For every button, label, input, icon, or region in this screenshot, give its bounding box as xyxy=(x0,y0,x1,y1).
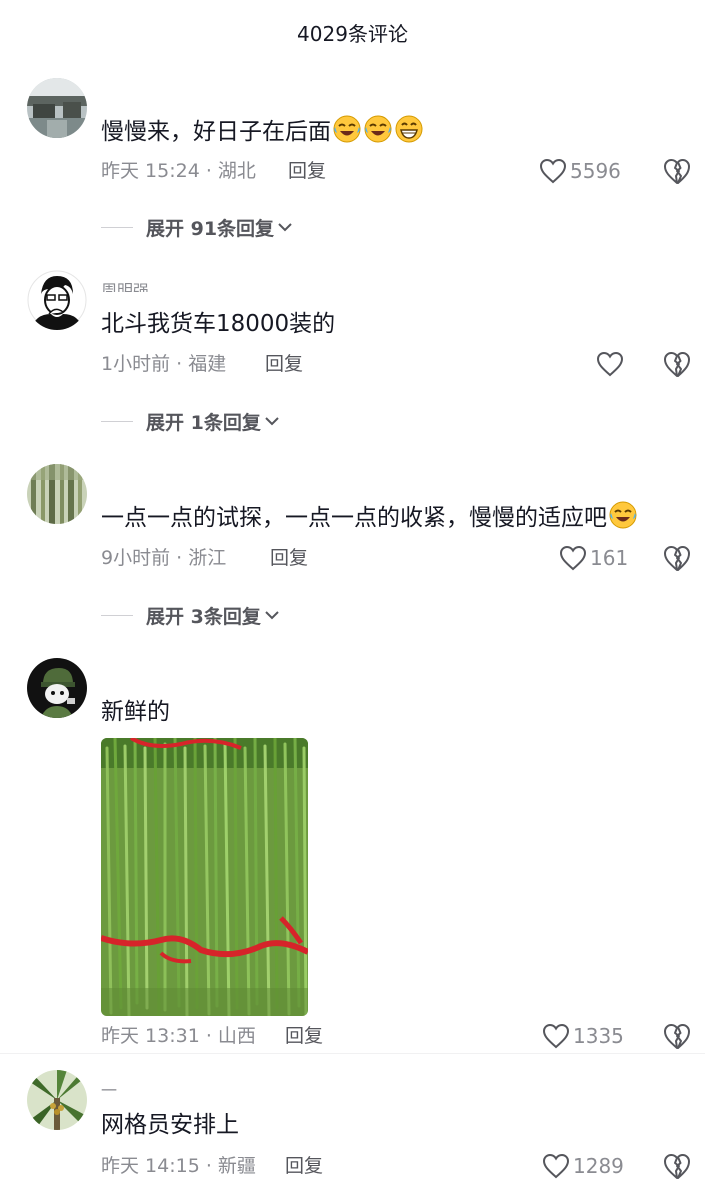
avatar[interactable] xyxy=(27,464,87,524)
reply-button[interactable]: 回复 xyxy=(285,1022,323,1050)
expand-divider xyxy=(101,226,133,228)
broken-heart-icon xyxy=(664,352,690,377)
comment-username[interactable]: 周明强 xyxy=(101,282,149,292)
expand-replies[interactable]: 展开 91条回复 xyxy=(101,212,293,242)
heart-outline-icon xyxy=(539,158,567,184)
like-button[interactable] xyxy=(596,349,627,379)
expand-replies-label: 展开 91条回复 xyxy=(146,217,275,240)
comment-count-title: 4029条评论 xyxy=(297,21,408,46)
expand-replies[interactable]: 展开 3条回复 xyxy=(101,600,280,630)
chevron-down-icon xyxy=(265,417,279,426)
avatar[interactable] xyxy=(27,78,87,138)
reply-button[interactable]: 回复 xyxy=(288,157,326,185)
dislike-button[interactable] xyxy=(662,1151,692,1181)
chevron-down-icon xyxy=(265,611,279,620)
chevron-down-icon xyxy=(278,223,292,232)
expand-replies-label: 展开 1条回复 xyxy=(146,411,261,434)
avatar[interactable] xyxy=(27,270,87,330)
section-divider xyxy=(0,1053,705,1054)
like-button[interactable]: 1335 xyxy=(542,1021,624,1051)
expand-divider xyxy=(101,614,133,616)
reply-button[interactable]: 回复 xyxy=(285,1152,323,1180)
comments-header: 4029条评论 xyxy=(0,0,705,64)
like-count: 5596 xyxy=(570,159,621,183)
expand-replies-label: 展开 3条回复 xyxy=(146,605,261,628)
comment-text: 慢慢来，好日子在后面 xyxy=(101,114,424,148)
comment-text: 北斗我货车18000装的 xyxy=(101,311,336,337)
like-button[interactable]: 5596 xyxy=(539,156,621,186)
comment-time-location: 9小时前 · 浙江 xyxy=(101,547,227,569)
heart-outline-icon xyxy=(542,1023,570,1049)
reply-button[interactable]: 回复 xyxy=(265,350,303,378)
grinning-emoji xyxy=(395,115,423,143)
dislike-button[interactable] xyxy=(662,349,692,379)
avatar[interactable] xyxy=(27,1070,87,1130)
broken-heart-icon xyxy=(664,1024,690,1049)
comment-time-location: 昨天 15:24 · 湖北 xyxy=(101,160,256,182)
like-count: 1289 xyxy=(573,1154,624,1178)
chives-bundle-photo[interactable] xyxy=(101,738,308,1016)
broken-heart-icon xyxy=(664,546,690,571)
broken-heart-icon xyxy=(664,1154,690,1179)
reply-button[interactable]: 回复 xyxy=(270,544,308,572)
like-count: 1335 xyxy=(573,1024,624,1048)
like-count: 161 xyxy=(590,546,629,570)
dislike-button[interactable] xyxy=(662,543,692,573)
comment-time-location: 1小时前 · 福建 xyxy=(101,353,227,375)
comment-time-location: 昨天 14:15 · 新疆 xyxy=(101,1155,256,1177)
heart-outline-icon xyxy=(542,1153,570,1179)
expand-replies[interactable]: 展开 1条回复 xyxy=(101,406,280,436)
dislike-button[interactable] xyxy=(662,1021,692,1051)
heart-outline-icon xyxy=(596,351,624,377)
expand-divider xyxy=(101,420,133,422)
comment-text: 新鲜的 xyxy=(101,699,170,725)
avatar[interactable] xyxy=(27,658,87,718)
like-button[interactable]: 1289 xyxy=(542,1151,624,1181)
comment-time-location: 昨天 13:31 · 山西 xyxy=(101,1025,256,1047)
laughing-tears-emoji xyxy=(609,501,637,529)
like-button[interactable]: 161 xyxy=(559,543,628,573)
laughing-tears-emoji xyxy=(364,115,392,143)
dislike-button[interactable] xyxy=(662,156,692,186)
broken-heart-icon xyxy=(664,159,690,184)
heart-outline-icon xyxy=(559,545,587,571)
comment-text: 网格员安排上 xyxy=(101,1112,239,1138)
laughing-tears-emoji xyxy=(333,115,361,143)
comment-username[interactable]: 一 xyxy=(101,1082,117,1092)
comment-text: 一点一点的试探，一点一点的收紧，慢慢的适应吧 xyxy=(101,500,638,534)
